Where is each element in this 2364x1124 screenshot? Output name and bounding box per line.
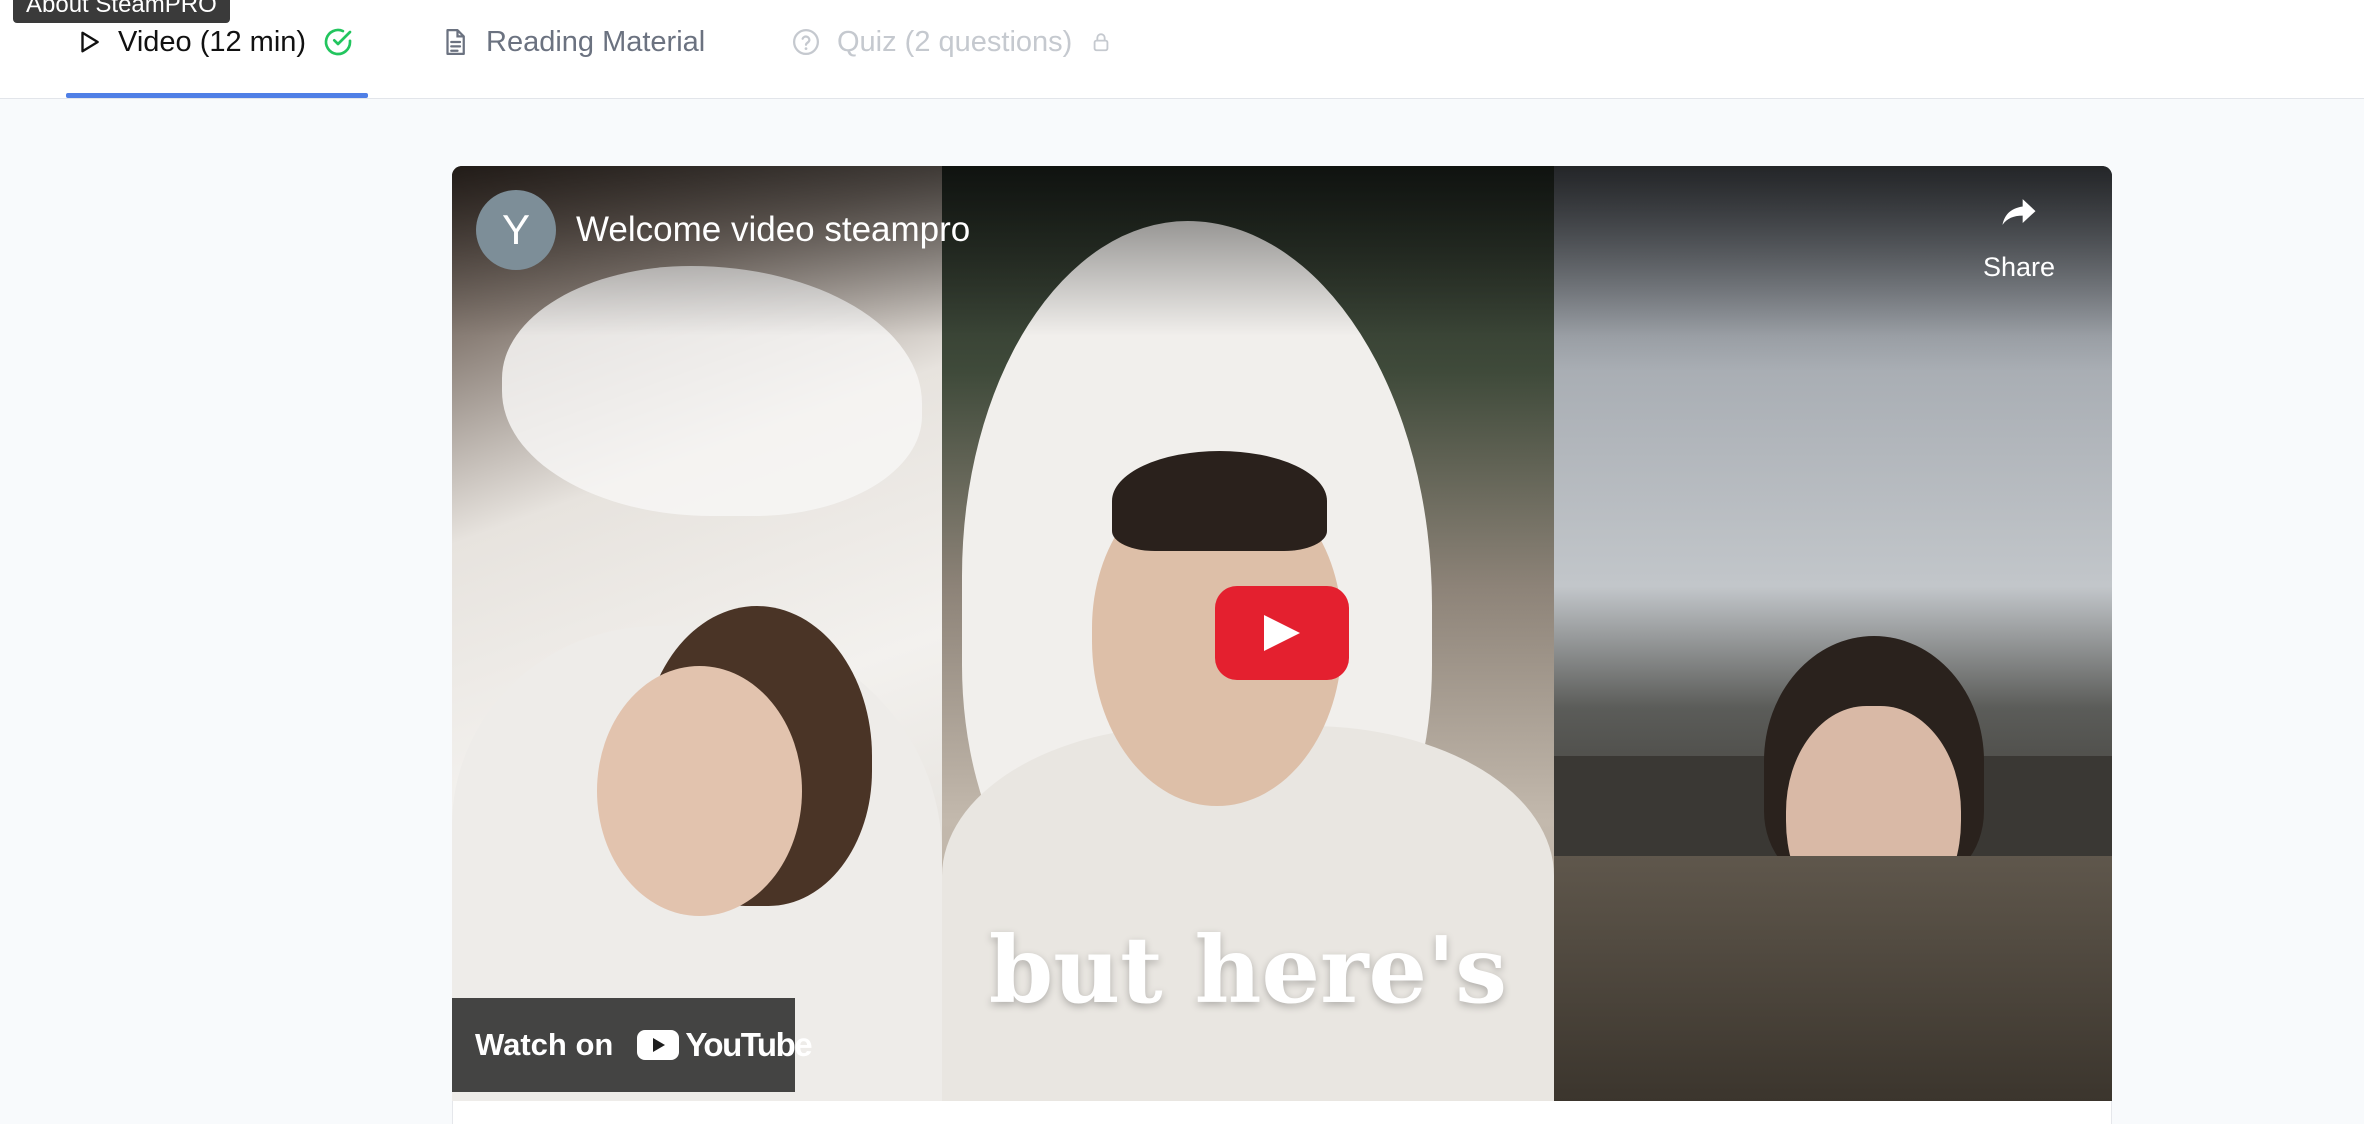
lock-icon xyxy=(1090,30,1112,54)
document-icon xyxy=(440,26,470,58)
tab-reading-label: Reading Material xyxy=(486,25,706,58)
watch-on-youtube-button[interactable]: Watch on YouTube xyxy=(452,998,813,1092)
lesson-content-card xyxy=(452,1101,2112,1124)
share-button[interactable]: Share xyxy=(1964,190,2074,300)
play-icon xyxy=(76,29,102,55)
lesson-tabs-bar: About SteamPRO Video (12 min) Reading Ma… xyxy=(0,0,2364,99)
watch-on-label: Watch on xyxy=(475,1027,614,1062)
tab-quiz-label: Quiz (2 questions) xyxy=(837,25,1073,58)
channel-avatar[interactable]: Y xyxy=(476,190,556,270)
video-top-gradient xyxy=(452,166,2112,336)
tooltip: About SteamPRO xyxy=(13,0,230,23)
tab-quiz[interactable]: Quiz (2 questions) xyxy=(791,18,1112,66)
tab-reading-material[interactable]: Reading Material xyxy=(440,18,705,66)
youtube-logo: YouTube xyxy=(637,1026,813,1064)
video-player[interactable]: but here's Y Welcome video steampro Shar… xyxy=(452,166,2112,1101)
share-label: Share xyxy=(1982,252,2056,282)
youtube-logo-text: YouTube xyxy=(685,1026,812,1063)
tab-video-label: Video (12 min) xyxy=(118,25,307,58)
question-circle-icon xyxy=(791,27,821,57)
video-title[interactable]: Welcome video steampro xyxy=(576,210,970,250)
play-button[interactable] xyxy=(1215,586,1349,680)
video-caption-overlay: but here's xyxy=(988,916,1508,1024)
tab-video[interactable]: Video (12 min) xyxy=(76,18,354,66)
active-tab-indicator xyxy=(66,93,368,98)
check-circle-icon xyxy=(322,26,354,58)
